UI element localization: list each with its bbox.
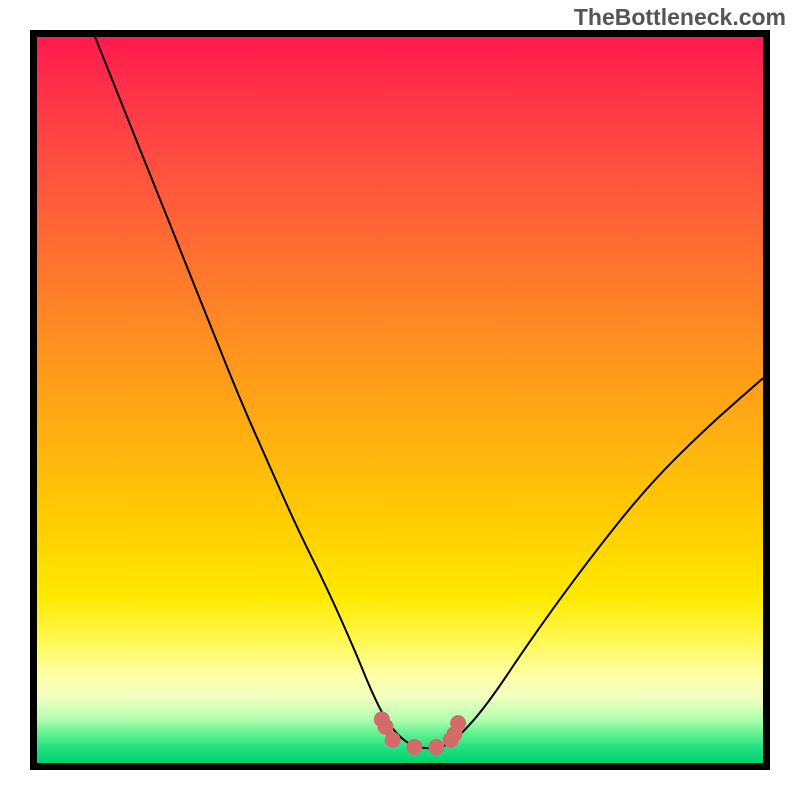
marker-dot — [450, 715, 466, 731]
watermark-text: TheBottleneck.com — [574, 4, 786, 31]
marker-dot — [428, 739, 444, 755]
bottleneck-curve — [95, 37, 763, 748]
curve-svg — [37, 37, 763, 763]
marker-dot — [407, 739, 423, 755]
min-region-markers — [374, 711, 466, 755]
marker-dot — [385, 732, 401, 748]
chart-container: TheBottleneck.com — [0, 0, 800, 800]
plot-area — [37, 37, 763, 763]
plot-frame — [30, 30, 770, 770]
